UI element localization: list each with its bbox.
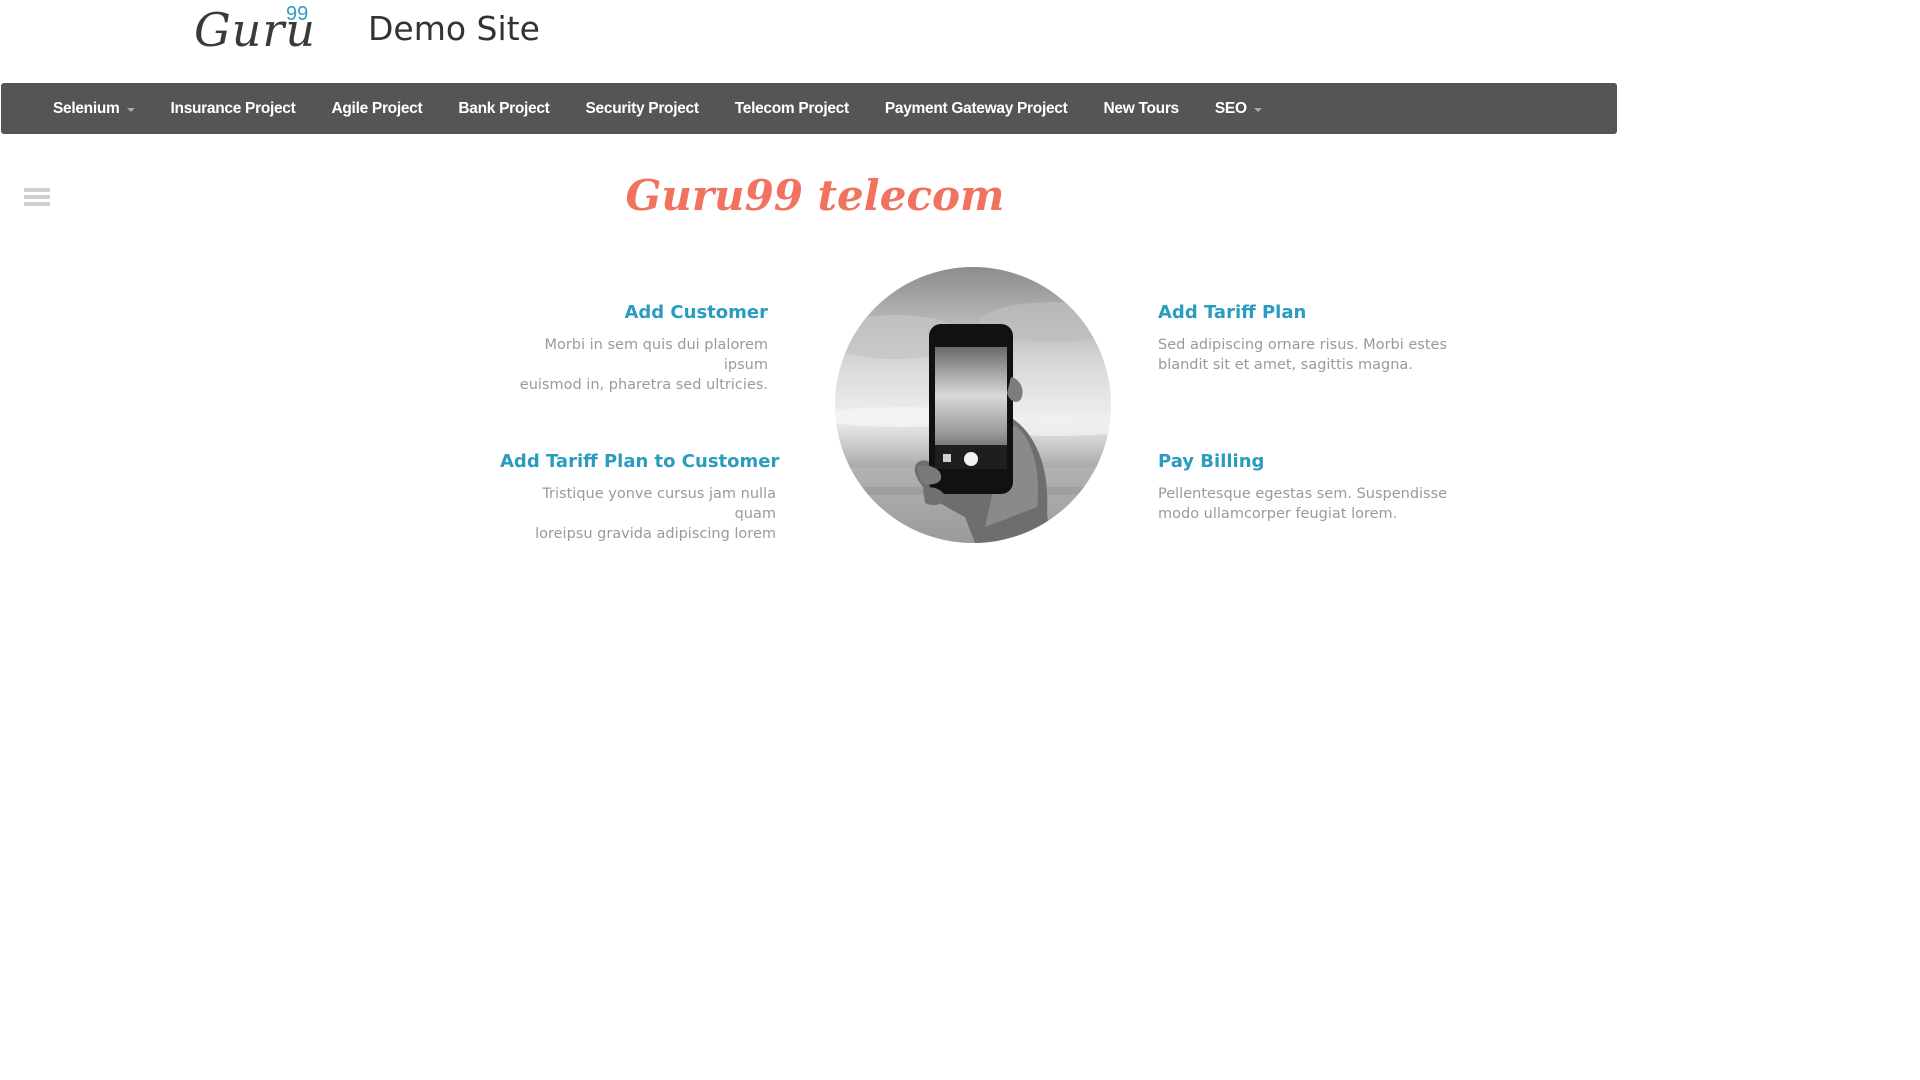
caret-down-icon <box>1253 107 1262 112</box>
nav-item-telecom-project[interactable]: Telecom Project <box>735 83 849 134</box>
logo-superscript: 99 <box>286 3 309 25</box>
feature-add-tariff-plan-to-customer: Add Tariff Plan to Customer Tristique yo… <box>500 449 779 544</box>
description-line: blandit sit et amet, sagittis magna. <box>1158 357 1413 373</box>
nav-item-insurance-project[interactable]: Insurance Project <box>171 83 296 134</box>
feature-pay-billing: Pay Billing Pellentesque egestas sem. Su… <box>1158 449 1458 524</box>
nav-item-label: New Tours <box>1103 99 1179 117</box>
site-header: Guru 99 Demo Site <box>0 0 1920 83</box>
nav-item-seo[interactable]: SEO <box>1215 83 1262 134</box>
description-line: modo ullamcorper feugiat lorem. <box>1158 506 1398 522</box>
caret-down-icon <box>126 107 135 112</box>
feature-description: Sed adipiscing ornare risus. Morbi estes… <box>1158 335 1458 375</box>
description-line: Sed adipiscing ornare risus. Morbi estes <box>1158 337 1448 353</box>
page-title: Guru99 telecom <box>625 171 1005 220</box>
feature-add-customer: Add Customer Morbi in sem quis dui plalo… <box>500 300 768 395</box>
nav-item-payment-gateway-project[interactable]: Payment Gateway Project <box>885 83 1068 134</box>
nav-item-label: SEO <box>1214 99 1247 117</box>
nav-item-label: Selenium <box>53 99 120 117</box>
feature-description: Tristique yonve cursus jam nulla quam lo… <box>500 484 776 544</box>
description-line: Tristique yonve cursus jam nulla quam <box>542 486 776 522</box>
description-line: loreipsu gravida adipiscing lorem <box>535 526 776 542</box>
feature-description: Morbi in sem quis dui plalorem ipsum eui… <box>500 335 768 395</box>
hand-holding-phone-image <box>835 267 1111 543</box>
nav-item-label: Agile Project <box>331 99 423 117</box>
nav-item-new-tours[interactable]: New Tours <box>1103 83 1179 134</box>
nav-item-label: Telecom Project <box>734 99 849 117</box>
add-tariff-plan-to-customer-link[interactable]: Add Tariff Plan to Customer <box>500 449 779 475</box>
feature-description: Pellentesque egestas sem. Suspendisse mo… <box>1158 484 1458 524</box>
nav-item-label: Payment Gateway Project <box>884 99 1068 117</box>
add-tariff-plan-link[interactable]: Add Tariff Plan <box>1158 300 1458 326</box>
hamburger-menu-icon[interactable] <box>24 188 50 210</box>
pay-billing-link[interactable]: Pay Billing <box>1158 449 1458 475</box>
description-line: euismod in, pharetra sed ultricies. <box>519 377 768 393</box>
nav-item-agile-project[interactable]: Agile Project <box>332 83 423 134</box>
site-title: Demo Site <box>368 9 540 48</box>
add-customer-link[interactable]: Add Customer <box>500 300 768 326</box>
nav-item-security-project[interactable]: Security Project <box>585 83 700 134</box>
nav-item-label: Insurance Project <box>170 99 296 117</box>
main-navbar: Selenium Insurance Project Agile Project… <box>1 83 1617 134</box>
nav-item-selenium[interactable]: Selenium <box>53 83 135 134</box>
description-line: Pellentesque egestas sem. Suspendisse <box>1158 486 1448 502</box>
nav-item-label: Bank Project <box>458 99 550 117</box>
guru99-logo[interactable]: Guru 99 <box>194 0 319 60</box>
feature-add-tariff-plan: Add Tariff Plan Sed adipiscing ornare ri… <box>1158 300 1458 375</box>
nav-item-bank-project[interactable]: Bank Project <box>458 83 549 134</box>
nav-item-label: Security Project <box>585 99 700 117</box>
description-line: Morbi in sem quis dui plalorem ipsum <box>544 337 768 373</box>
